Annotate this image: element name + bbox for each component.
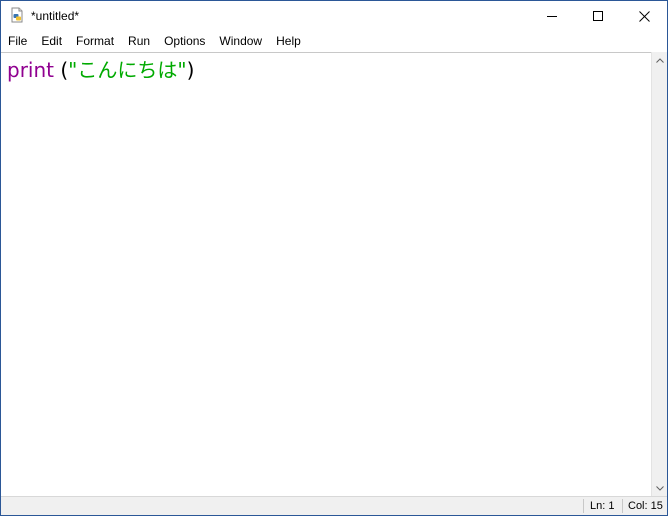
menu-options[interactable]: Options [157, 31, 212, 51]
menu-bar: File Edit Format Run Options Window Help [1, 31, 667, 51]
window-title: *untitled* [31, 9, 80, 23]
open-paren-token: ( [54, 58, 69, 82]
code-editor[interactable]: print ("こんにちは") [1, 52, 651, 497]
close-paren-token: ) [186, 58, 195, 82]
menu-edit[interactable]: Edit [34, 31, 69, 51]
scroll-down-button[interactable] [652, 480, 667, 496]
maximize-button[interactable] [575, 1, 621, 31]
vertical-scrollbar[interactable] [651, 52, 667, 496]
maximize-icon [593, 11, 603, 21]
minimize-icon [547, 16, 557, 17]
chevron-up-icon [656, 57, 664, 63]
scroll-up-button[interactable] [652, 52, 667, 68]
close-button[interactable] [621, 1, 667, 31]
menu-run[interactable]: Run [121, 31, 157, 51]
menu-help[interactable]: Help [269, 31, 308, 51]
status-line-number: Ln: 1 [590, 500, 615, 512]
status-divider [622, 499, 623, 513]
menu-file[interactable]: File [1, 31, 34, 51]
code-line[interactable]: print ("こんにちは") [7, 57, 194, 83]
status-divider [583, 499, 584, 513]
minimize-button[interactable] [529, 1, 575, 31]
idle-editor-window: *untitled* File Edit Format Run Options … [0, 0, 668, 516]
chevron-down-icon [656, 485, 664, 491]
menu-window[interactable]: Window [212, 31, 269, 51]
title-bar[interactable]: *untitled* [1, 1, 667, 31]
string-token: "こんにちは" [68, 58, 187, 82]
status-bar: Ln: 1 Col: 15 [1, 496, 667, 515]
builtin-token: print [7, 58, 54, 82]
python-file-icon [11, 7, 23, 23]
status-column-number: Col: 15 [628, 500, 663, 512]
menu-format[interactable]: Format [69, 31, 121, 51]
close-icon [638, 10, 650, 22]
